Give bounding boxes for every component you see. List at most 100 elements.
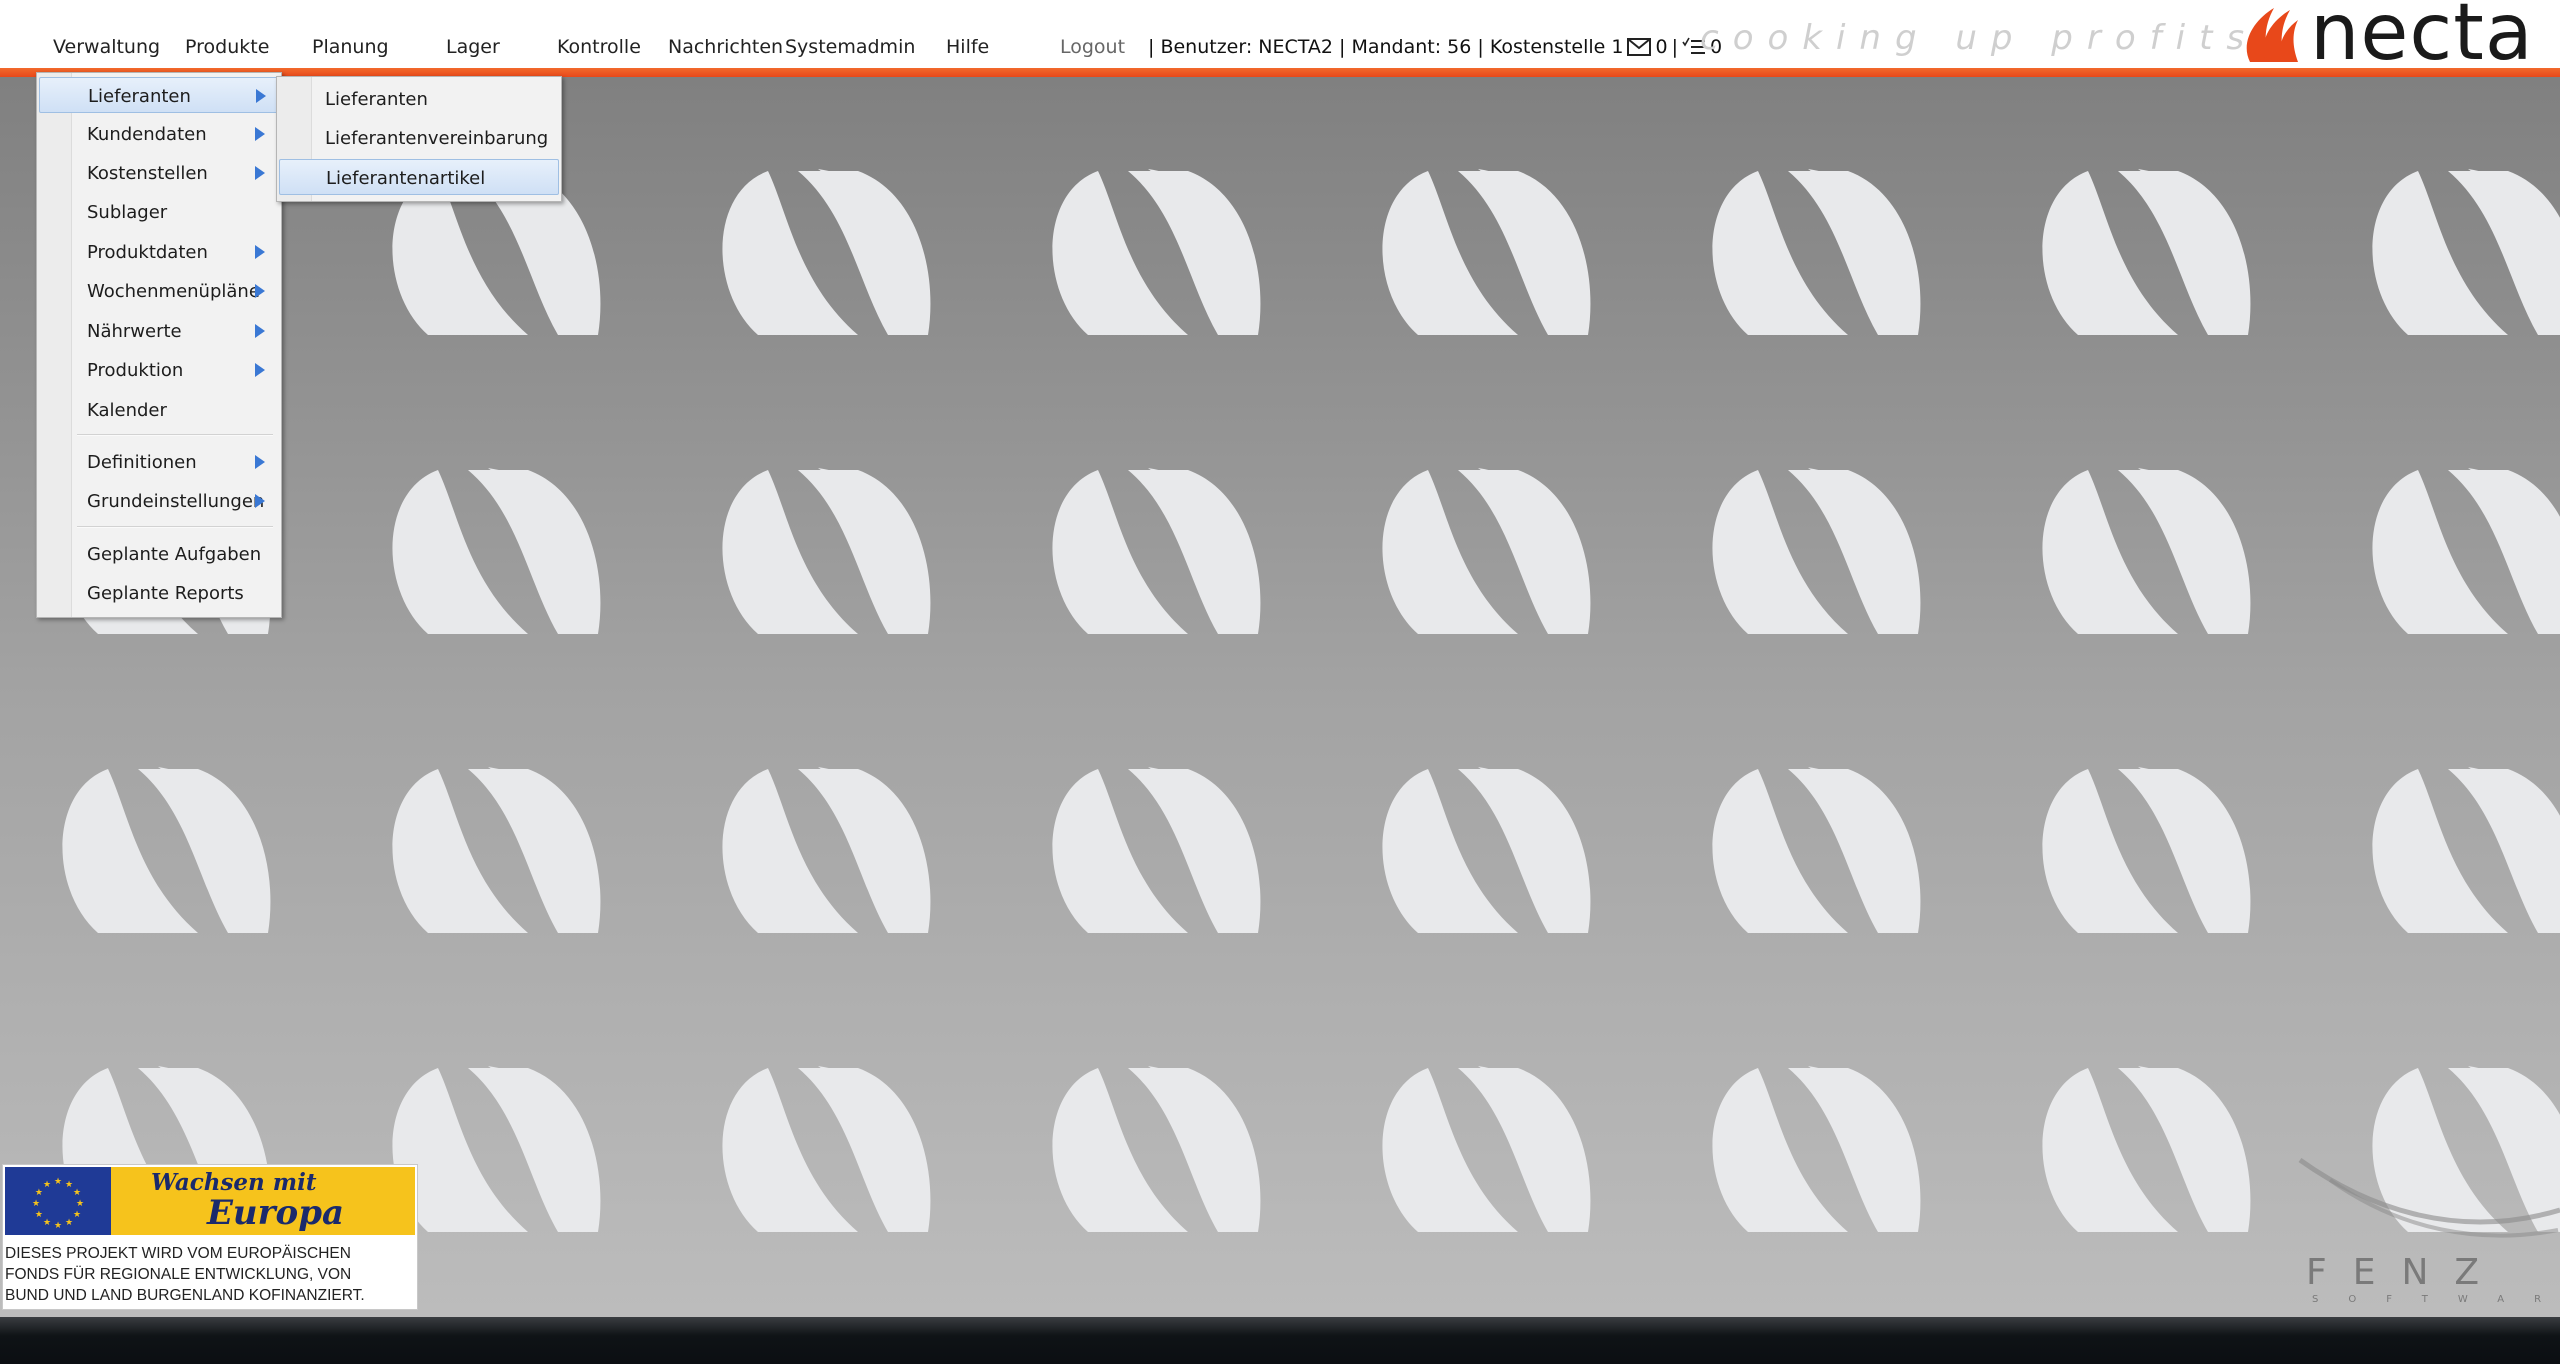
submenu-arrow-icon — [255, 127, 265, 141]
leaf-shape — [1712, 169, 1921, 335]
verwaltung-dropdown-menu: Lieferanten Kundendaten Kostenstellen Su… — [36, 72, 282, 618]
menu-verwaltung[interactable]: Verwaltung — [53, 36, 160, 58]
eu-star-icon: ★ — [73, 1188, 81, 1198]
eu-star-icon: ★ — [65, 1180, 73, 1190]
eu-flag-icon: ★ ★ ★ ★ ★ ★ ★ ★ ★ ★ ★ ★ — [5, 1167, 111, 1235]
dropdown-item-kostenstellen[interactable]: Kostenstellen — [39, 155, 279, 191]
dropdown-item-label: Produktion — [87, 360, 184, 381]
leaf-shape — [1712, 767, 1921, 933]
submenu-item-label: Lieferantenartikel — [326, 168, 486, 189]
dropdown-item-label: Produktdaten — [87, 242, 208, 263]
necta-logo-text: necta — [2310, 0, 2534, 78]
eu-funding-banner: ★ ★ ★ ★ ★ ★ ★ ★ ★ ★ ★ ★ Wachsen mit Europa DIESES P… — [2, 1164, 418, 1310]
submenu-arrow-icon — [255, 284, 265, 298]
leaf-shape — [2042, 767, 2251, 933]
dropdown-item-label: Lieferanten — [88, 86, 191, 107]
submenu-arrow-icon — [255, 363, 265, 377]
dropdown-item-definitionen[interactable]: Definitionen — [39, 444, 279, 480]
menu-produkte[interactable]: Produkte — [185, 36, 269, 58]
menu-separator — [77, 434, 273, 436]
dropdown-item-produktdaten[interactable]: Produktdaten — [39, 234, 279, 270]
leaf-shape — [1052, 169, 1261, 335]
leaf-shape — [2372, 169, 2560, 335]
leaf-shape — [392, 468, 601, 634]
leaf-shape — [722, 1066, 931, 1232]
dropdown-item-label: Kalender — [87, 400, 167, 421]
eu-star-icon: ★ — [76, 1199, 84, 1209]
dropdown-item-kalender[interactable]: Kalender — [39, 392, 279, 428]
top-menu-bar: Verwaltung Produkte Planung Lager Kontro… — [0, 0, 2560, 78]
dropdown-item-geplante-reports[interactable]: Geplante Reports — [39, 575, 279, 611]
background-pattern — [0, 77, 2560, 1317]
submenu-arrow-icon — [255, 455, 265, 469]
dropdown-item-label: Geplante Aufgaben — [87, 544, 262, 565]
leaf-shape — [1382, 767, 1591, 933]
lieferanten-submenu: Lieferanten Lieferantenvereinbarung Lief… — [276, 76, 562, 202]
leaf-shape — [1052, 767, 1261, 933]
submenu-item-lieferantenartikel[interactable]: Lieferantenartikel — [279, 159, 559, 195]
dropdown-item-label: Sublager — [87, 202, 168, 223]
status-separator: | — [1671, 36, 1678, 58]
bottom-taskbar — [0, 1317, 2560, 1364]
menu-lager[interactable]: Lager — [446, 36, 500, 58]
dropdown-item-produktion[interactable]: Produktion — [39, 352, 279, 388]
leaf-shape — [722, 468, 931, 634]
envelope-icon[interactable] — [1627, 38, 1652, 56]
leaf-shape — [2042, 1066, 2251, 1232]
logout-link[interactable]: Logout — [1060, 36, 1125, 58]
dropdown-item-label: Nährwerte — [87, 321, 182, 342]
dropdown-item-naehrwerte[interactable]: Nährwerte — [39, 313, 279, 349]
submenu-item-lieferantenvereinbarung[interactable]: Lieferantenvereinbarung — [279, 120, 559, 156]
eu-text-line: FONDS FÜR REGIONALE ENTWICKLUNG, VON — [5, 1266, 352, 1283]
submenu-item-label: Lieferantenvereinbarung — [325, 128, 549, 149]
eu-line1: Wachsen mit — [151, 1169, 317, 1196]
eu-star-icon: ★ — [43, 1218, 51, 1228]
mail-count: 0 — [1655, 36, 1668, 58]
menu-hilfe[interactable]: Hilfe — [946, 36, 989, 58]
necta-flame-icon — [2246, 8, 2298, 62]
menu-kontrolle[interactable]: Kontrolle — [557, 36, 641, 58]
eu-star-icon: ★ — [35, 1210, 43, 1220]
leaf-shape — [2372, 767, 2560, 933]
menu-separator — [77, 526, 273, 528]
dropdown-item-label: Kundendaten — [87, 124, 207, 145]
submenu-arrow-icon — [256, 89, 266, 103]
dropdown-item-lieferanten[interactable]: Lieferanten — [39, 77, 279, 113]
dropdown-item-wochenmenueplaene[interactable]: Wochenmenüpläne — [39, 273, 279, 309]
submenu-arrow-icon — [255, 494, 265, 508]
eu-funding-text: DIESES PROJEKT WIRD VOM EUROPÄISCHEN FON… — [5, 1243, 415, 1306]
dropdown-item-kundendaten[interactable]: Kundendaten — [39, 116, 279, 152]
dropdown-item-label: Definitionen — [87, 452, 197, 473]
dropdown-item-grundeinstellungen[interactable]: Grundeinstellungen — [39, 483, 279, 519]
leaf-shape — [722, 169, 931, 335]
menu-systemadmin[interactable]: Systemadmin — [785, 36, 915, 58]
eu-star-icon: ★ — [35, 1188, 43, 1198]
leaf-shape — [1052, 1066, 1261, 1232]
leaf-shape — [2042, 468, 2251, 634]
leaf-shape — [1382, 468, 1591, 634]
eu-star-icon: ★ — [73, 1210, 81, 1220]
status-info: | Benutzer: NECTA2 | Mandant: 56 | Koste… — [1148, 36, 1722, 58]
eu-star-icon: ★ — [54, 1221, 62, 1231]
submenu-arrow-icon — [255, 245, 265, 259]
eu-star-icon: ★ — [32, 1199, 40, 1209]
submenu-item-lieferanten[interactable]: Lieferanten — [279, 81, 559, 117]
leaf-shape — [1382, 1066, 1591, 1232]
eu-line2: Europa — [207, 1193, 345, 1233]
menu-planung[interactable]: Planung — [312, 36, 389, 58]
leaf-shape — [392, 767, 601, 933]
submenu-arrow-icon — [255, 166, 265, 180]
eu-text-line: DIESES PROJEKT WIRD VOM EUROPÄISCHEN — [5, 1245, 351, 1262]
dropdown-item-label: Grundeinstellungen — [87, 491, 265, 512]
dropdown-item-geplante-aufgaben[interactable]: Geplante Aufgaben — [39, 536, 279, 572]
fenz-logo-text: FENZ — [2306, 1252, 2506, 1293]
leaf-shape — [1052, 468, 1261, 634]
leaf-shape — [1712, 1066, 1921, 1232]
eu-star-icon: ★ — [54, 1177, 62, 1187]
leaf-shape — [1382, 169, 1591, 335]
leaf-shape — [2372, 468, 2560, 634]
status-text: | Benutzer: NECTA2 | Mandant: 56 | Koste… — [1148, 36, 1624, 58]
dropdown-item-sublager[interactable]: Sublager — [39, 194, 279, 230]
leaf-pattern — [62, 169, 2560, 1232]
menu-nachrichten[interactable]: Nachrichten — [668, 36, 783, 58]
